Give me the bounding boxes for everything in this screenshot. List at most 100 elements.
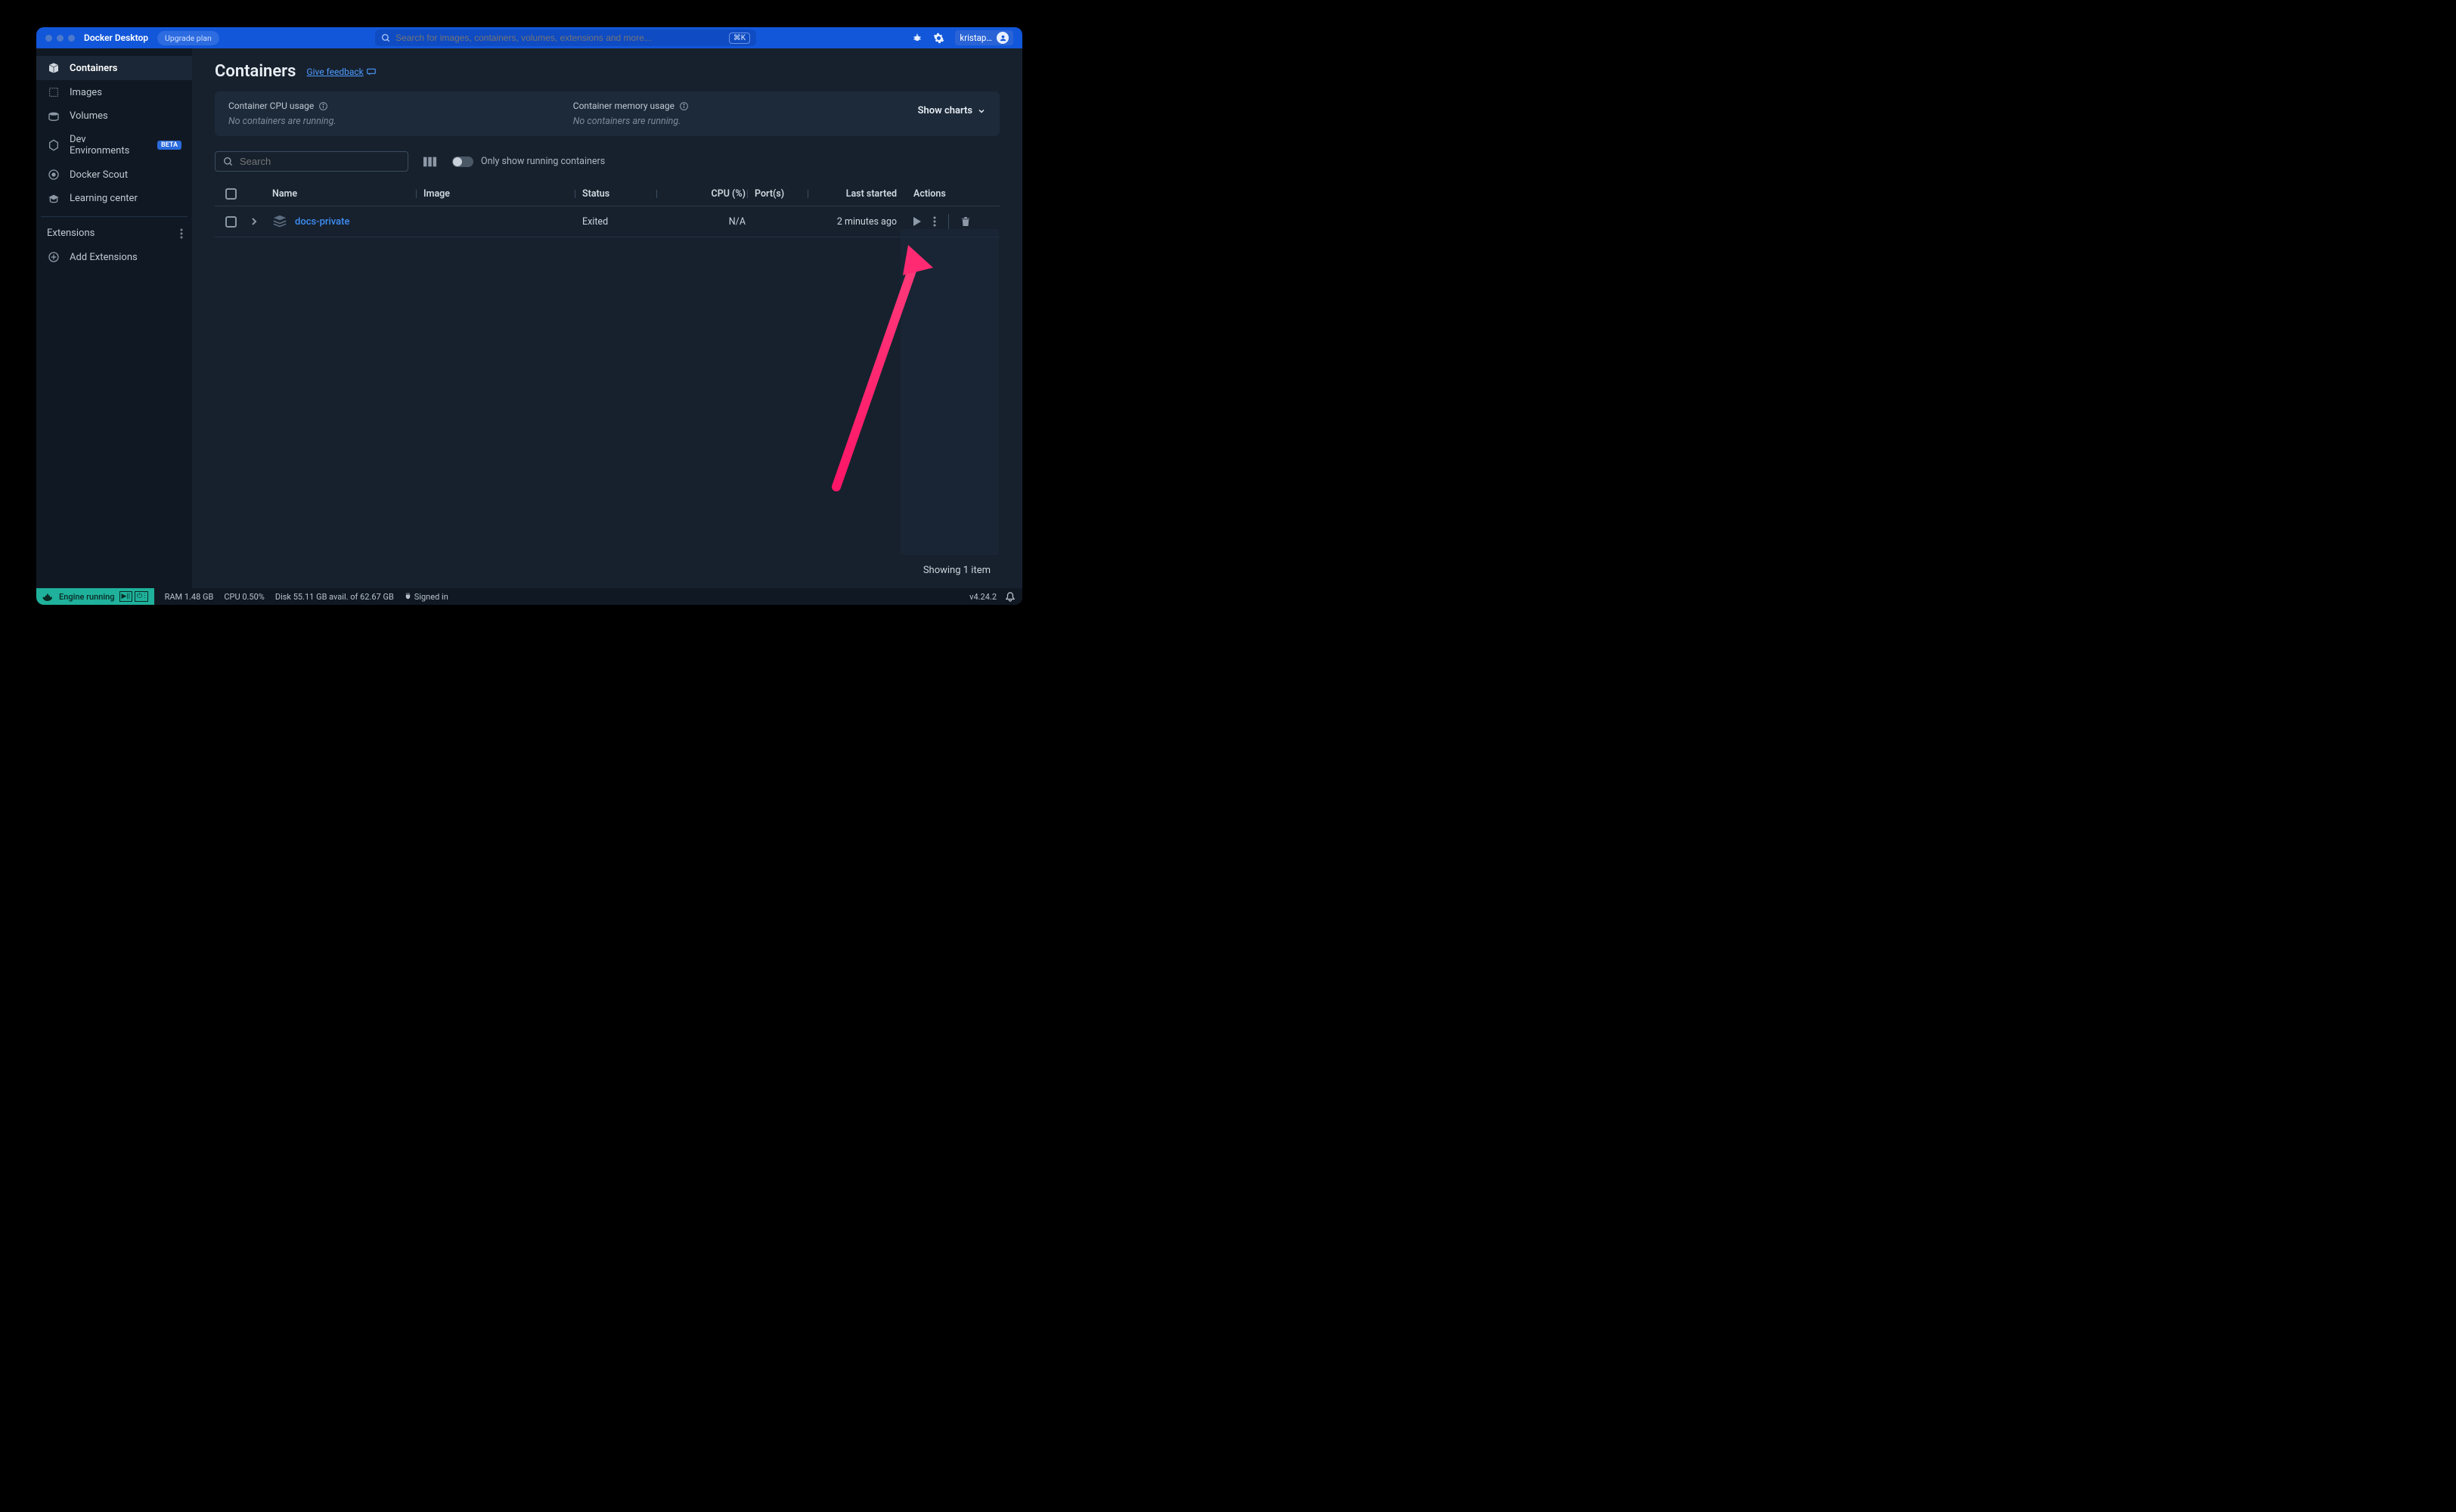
sidebar-item-label: Docker Scout bbox=[70, 169, 128, 181]
sidebar-item-label: Add Extensions bbox=[70, 252, 138, 263]
column-name[interactable]: Name bbox=[272, 188, 423, 200]
status-signed-in: Signed in bbox=[405, 592, 448, 602]
column-ports[interactable]: Port(s) bbox=[755, 188, 815, 200]
sidebar-item-label: Images bbox=[70, 87, 102, 98]
page-title: Containers bbox=[215, 62, 296, 81]
sidebar-add-extensions[interactable]: Add Extensions bbox=[36, 245, 192, 269]
cell-last-started: 2 minutes ago bbox=[815, 216, 906, 228]
traffic-zoom-icon[interactable] bbox=[68, 35, 75, 42]
row-more-icon[interactable] bbox=[933, 216, 936, 227]
sidebar-item-dev-environments[interactable]: Dev Environments BETA bbox=[36, 128, 192, 163]
global-search-input[interactable] bbox=[395, 33, 724, 43]
column-image[interactable]: Image bbox=[423, 188, 582, 200]
extensions-header: Extensions bbox=[36, 217, 192, 245]
beta-badge: BETA bbox=[157, 141, 181, 150]
search-icon bbox=[223, 156, 234, 167]
sidebar-item-label: Dev Environments bbox=[70, 134, 148, 156]
running-only-toggle[interactable] bbox=[452, 156, 473, 167]
username-label: kristap… bbox=[960, 33, 992, 43]
app-title: Docker Desktop bbox=[84, 33, 148, 43]
usage-stats-card: Container CPU usage No containers are ru… bbox=[215, 91, 1000, 136]
status-cpu: CPU 0.50% bbox=[224, 592, 264, 602]
sidebar-item-label: Learning center bbox=[70, 193, 138, 204]
info-icon[interactable] bbox=[318, 101, 328, 111]
container-name-link[interactable]: docs-private bbox=[295, 216, 349, 228]
table-toolbar: Only show running containers bbox=[215, 151, 1000, 172]
engine-status[interactable]: Engine running ▶|| ⏻ ⋮ bbox=[36, 588, 154, 605]
columns-icon[interactable] bbox=[423, 156, 437, 167]
avatar-icon bbox=[997, 32, 1009, 44]
table-footer: Showing 1 item bbox=[215, 553, 1000, 588]
traffic-close-icon[interactable] bbox=[45, 35, 52, 42]
images-icon bbox=[47, 86, 60, 98]
version-label: v4.24.2 bbox=[969, 592, 997, 602]
dev-env-icon bbox=[47, 139, 60, 151]
search-shortcut: ⌘K bbox=[729, 33, 750, 44]
column-actions: Actions bbox=[906, 188, 1004, 200]
feedback-icon bbox=[367, 68, 376, 76]
start-button-icon[interactable] bbox=[913, 217, 921, 226]
user-menu[interactable]: kristap… bbox=[955, 30, 1013, 45]
statusbar: Engine running ▶|| ⏻ ⋮ RAM 1.48 GB CPU 0… bbox=[36, 588, 1022, 605]
engine-controls: ▶|| ⏻ ⋮ bbox=[119, 591, 148, 602]
memory-usage-value: No containers are running. bbox=[573, 116, 888, 127]
row-checkbox[interactable] bbox=[225, 216, 237, 228]
info-icon[interactable] bbox=[679, 101, 689, 111]
upgrade-plan-button[interactable]: Upgrade plan bbox=[157, 31, 219, 45]
action-divider bbox=[948, 214, 949, 229]
column-cpu[interactable]: CPU (%) bbox=[664, 188, 755, 200]
volumes-icon bbox=[47, 112, 60, 121]
app-window: Docker Desktop Upgrade plan ⌘K kristap… bbox=[36, 27, 1022, 605]
column-last-started[interactable]: Last started bbox=[815, 188, 906, 200]
containers-icon bbox=[47, 62, 60, 74]
engine-play-pause-icon[interactable]: ▶|| bbox=[119, 591, 132, 602]
containers-table: Name Image Status CPU (%) Port(s) Last s… bbox=[215, 182, 1000, 588]
extensions-more-icon[interactable] bbox=[180, 228, 183, 239]
memory-usage-label: Container memory usage bbox=[573, 101, 888, 111]
expand-row-icon[interactable] bbox=[251, 218, 272, 225]
sidebar-item-volumes[interactable]: Volumes bbox=[36, 104, 192, 128]
extensions-label: Extensions bbox=[47, 228, 95, 239]
cell-cpu: N/A bbox=[664, 216, 755, 228]
learning-icon bbox=[47, 194, 60, 204]
table-search-input[interactable] bbox=[240, 156, 400, 167]
running-only-label: Only show running containers bbox=[481, 156, 605, 167]
cpu-usage-value: No containers are running. bbox=[228, 116, 543, 127]
table-header: Name Image Status CPU (%) Port(s) Last s… bbox=[215, 182, 1000, 206]
status-disk: Disk 55.11 GB avail. of 62.67 GB bbox=[275, 592, 394, 602]
notifications-icon[interactable] bbox=[1006, 592, 1015, 602]
search-icon bbox=[381, 33, 391, 43]
show-charts-button[interactable]: Show charts bbox=[918, 105, 986, 116]
engine-status-label: Engine running bbox=[59, 592, 115, 602]
docker-whale-icon bbox=[42, 592, 54, 601]
cell-status: Exited bbox=[582, 216, 664, 228]
sidebar-item-label: Volumes bbox=[70, 110, 108, 122]
engine-power-icon[interactable]: ⏻ ⋮ bbox=[135, 591, 148, 602]
select-all-checkbox[interactable] bbox=[225, 188, 237, 200]
cpu-usage-label: Container CPU usage bbox=[228, 101, 543, 111]
sidebar: Containers Images Volumes Dev Environmen… bbox=[36, 48, 192, 588]
plug-icon bbox=[405, 593, 411, 601]
global-search[interactable]: ⌘K bbox=[375, 29, 756, 46]
status-ram: RAM 1.48 GB bbox=[165, 592, 214, 602]
sidebar-item-containers[interactable]: Containers bbox=[36, 56, 192, 80]
table-row[interactable]: docs-private Exited N/A 2 minutes ago bbox=[215, 206, 1000, 237]
table-search[interactable] bbox=[215, 151, 408, 172]
sidebar-item-label: Containers bbox=[70, 63, 117, 74]
main-content: Containers Give feedback Container CPU u… bbox=[192, 48, 1022, 588]
settings-gear-icon[interactable] bbox=[933, 33, 944, 44]
bug-icon[interactable] bbox=[912, 33, 923, 43]
add-icon bbox=[47, 251, 60, 263]
scout-icon bbox=[47, 169, 60, 181]
window-controls[interactable] bbox=[45, 35, 75, 42]
sidebar-item-learning-center[interactable]: Learning center bbox=[36, 187, 192, 210]
traffic-minimize-icon[interactable] bbox=[57, 35, 64, 42]
titlebar: Docker Desktop Upgrade plan ⌘K kristap… bbox=[36, 27, 1022, 48]
sidebar-item-docker-scout[interactable]: Docker Scout bbox=[36, 163, 192, 187]
sidebar-item-images[interactable]: Images bbox=[36, 80, 192, 104]
give-feedback-link[interactable]: Give feedback bbox=[306, 67, 375, 77]
chevron-down-icon bbox=[977, 107, 986, 116]
stack-icon bbox=[272, 215, 287, 228]
column-status[interactable]: Status bbox=[582, 188, 664, 200]
delete-button-icon[interactable] bbox=[961, 216, 970, 227]
